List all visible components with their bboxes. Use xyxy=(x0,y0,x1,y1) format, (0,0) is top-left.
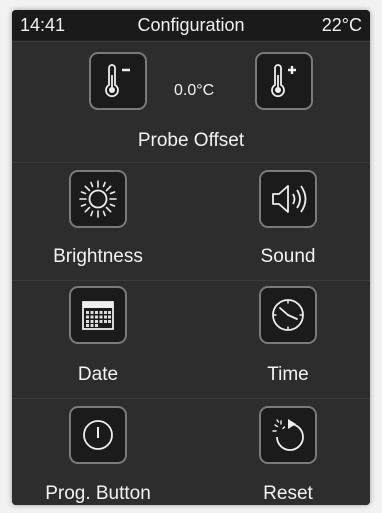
sound-label: Sound xyxy=(260,246,316,267)
sound-button[interactable] xyxy=(259,170,317,228)
date-time-section: Date Time xyxy=(12,280,370,399)
probe-offset-value: 0.0°C xyxy=(174,82,215,99)
time-button[interactable] xyxy=(259,286,317,344)
date-button[interactable] xyxy=(69,286,127,344)
calendar-icon xyxy=(82,301,114,330)
thermometer-minus-icon xyxy=(105,64,130,98)
reset-icon xyxy=(272,419,304,451)
power-icon xyxy=(83,420,113,450)
screen-title: Configuration xyxy=(137,15,245,35)
brightness-label: Brightness xyxy=(53,246,143,267)
decrease-offset-button[interactable] xyxy=(89,52,147,110)
clock-readout: 14:41 xyxy=(20,15,66,35)
brightness-button[interactable] xyxy=(69,170,127,228)
reset-button[interactable] xyxy=(259,406,317,464)
date-label: Date xyxy=(77,364,119,385)
prog-button-button[interactable] xyxy=(69,406,127,464)
prog-button-label: Prog. Button xyxy=(45,483,151,504)
thermometer-plus-icon xyxy=(271,64,296,98)
display-sound-section: Brightness Sound xyxy=(12,162,370,281)
probe-offset-label: Probe Offset xyxy=(137,130,245,151)
increase-offset-button[interactable] xyxy=(255,52,313,110)
clock-icon xyxy=(272,299,304,331)
reset-label: Reset xyxy=(263,483,313,504)
time-label: Time xyxy=(267,364,309,385)
power-reset-section: Prog. Button Reset xyxy=(12,398,370,505)
status-bar: Configuration 14:41 22°C xyxy=(12,10,370,40)
sun-icon xyxy=(79,180,117,218)
temperature-readout: 22°C xyxy=(321,15,362,35)
probe-offset-section: 0.0°C Probe Offset xyxy=(12,41,370,163)
configuration-screen: Configuration 14:41 22°C 0.0°C Probe Off… xyxy=(12,10,370,505)
speaker-icon xyxy=(272,185,307,213)
